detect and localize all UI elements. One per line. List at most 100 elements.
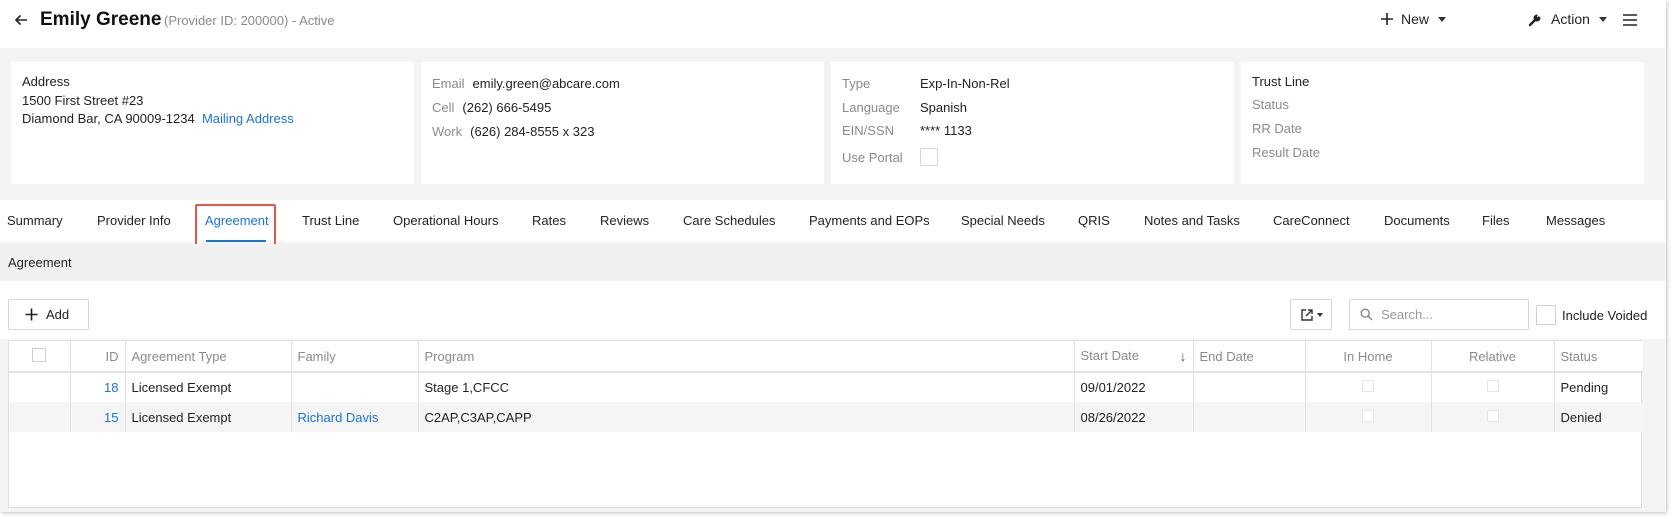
add-label: Add [46, 307, 70, 322]
provider-name: Emily Greene [40, 9, 162, 30]
address-label: Address [22, 74, 70, 89]
email-row: Email emily.green@abcare.com [432, 76, 620, 91]
export-icon [1300, 308, 1313, 321]
program-cell: C2AP,C3AP,CAPP [418, 402, 1075, 432]
tab-rates[interactable]: Rates [532, 213, 566, 228]
export-button[interactable] [1290, 299, 1332, 330]
plus-icon [25, 308, 38, 321]
chevron-down-icon [1438, 16, 1447, 22]
page-header: Emily Greene (Provider ID: 200000) - Act… [0, 0, 1666, 48]
contact-card: Email emily.green@abcare.com Cell (262) … [421, 62, 824, 184]
column-header-relative[interactable]: Relative [1431, 341, 1555, 373]
tab-messages[interactable]: Messages [1546, 213, 1605, 228]
column-header-id[interactable]: ID [70, 341, 126, 373]
portal-row: Use Portal [842, 148, 938, 168]
tab-careconnect[interactable]: CareConnect [1273, 213, 1350, 228]
start-date-cell: 08/26/2022 [1074, 402, 1194, 432]
tab-documents[interactable]: Documents [1384, 213, 1450, 228]
provider-page: Emily Greene (Provider ID: 200000) - Act… [0, 0, 1666, 512]
table-row[interactable]: 15 Licensed Exempt Richard Davis C2AP,C3… [9, 402, 1643, 432]
tab-reviews[interactable]: Reviews [600, 213, 649, 228]
email-value: emily.green@abcare.com [472, 76, 620, 91]
start-date-cell: 09/01/2022 [1074, 372, 1194, 402]
address-line-1: 1500 First Street #23 [22, 93, 144, 108]
cell-label: Cell [432, 100, 455, 115]
tab-payments-and-eops[interactable]: Payments and EOPs [809, 213, 930, 228]
status-cell: Denied [1554, 402, 1643, 432]
column-header-program[interactable]: Program [418, 341, 1075, 373]
column-header-end-date[interactable]: End Date [1193, 341, 1306, 373]
in-home-checkbox [1362, 380, 1374, 392]
in-home-cell [1305, 372, 1432, 402]
chevron-down-icon [1598, 16, 1607, 22]
end-date-cell [1193, 372, 1306, 402]
trust-line-card: Trust Line Status RR Date Result Date [1241, 62, 1644, 184]
tab-files[interactable]: Files [1482, 213, 1509, 228]
tab-notes-and-tasks[interactable]: Notes and Tasks [1144, 213, 1240, 228]
sort-descending-icon[interactable]: ↓ [1180, 348, 1187, 364]
relative-cell [1431, 402, 1555, 432]
search-icon [1360, 308, 1373, 321]
back-arrow-icon[interactable] [12, 11, 30, 29]
agreement-type-cell: Licensed Exempt [125, 372, 292, 402]
family-link[interactable]: Richard Davis [291, 402, 419, 432]
tab-qris[interactable]: QRIS [1078, 213, 1110, 228]
language-label: Language [842, 100, 900, 115]
in-home-checkbox [1362, 409, 1374, 422]
row-select-cell [9, 402, 71, 432]
relative-checkbox [1486, 409, 1499, 422]
agreements-table: ID Agreement Type Family Program Start D… [8, 340, 1643, 508]
row-select-cell [9, 372, 71, 402]
table-row[interactable]: 18 Licensed Exempt Stage 1,CFCC 09/01/20… [9, 372, 1643, 402]
mailing-address-link[interactable]: Mailing Address [202, 111, 294, 126]
chevron-down-icon [1316, 312, 1323, 317]
active-tab-highlight-box [195, 204, 276, 247]
action-label: Action [1551, 11, 1590, 27]
tab-care-schedules[interactable]: Care Schedules [683, 213, 776, 228]
end-date-cell [1193, 402, 1306, 432]
include-voided-checkbox[interactable] [1536, 305, 1556, 325]
search-box[interactable] [1349, 299, 1529, 330]
include-voided-label: Include Voided [1562, 308, 1648, 323]
tab-special-needs[interactable]: Special Needs [961, 213, 1045, 228]
info-cards: Address 1500 First Street #23 Diamond Ba… [0, 52, 1666, 200]
rr-date-label: RR Date [1252, 121, 1302, 136]
ein-label: EIN/SSN [842, 123, 895, 138]
column-header-in-home[interactable]: In Home [1305, 341, 1432, 373]
work-label: Work [432, 124, 463, 139]
trust-status-label: Status [1252, 97, 1289, 112]
wrench-icon [1528, 14, 1541, 27]
column-header-status[interactable]: Status [1554, 341, 1643, 373]
agreement-id-link[interactable]: 15 [70, 402, 126, 432]
agreement-id-link[interactable]: 18 [70, 372, 126, 402]
trust-line-title: Trust Line [1252, 74, 1310, 89]
relative-checkbox [1486, 380, 1499, 392]
column-header-agreement-type[interactable]: Agreement Type [125, 341, 292, 373]
column-header-family[interactable]: Family [291, 341, 419, 373]
email-label: Email [432, 76, 465, 91]
result-date-label: Result Date [1252, 145, 1320, 160]
use-portal-label: Use Portal [842, 150, 903, 165]
select-all-checkbox[interactable] [32, 347, 47, 362]
hamburger-menu-icon[interactable] [1622, 13, 1638, 27]
work-value: (626) 284-8555 x 323 [470, 124, 595, 139]
column-header-start-date[interactable]: Start Date ↓ [1074, 341, 1194, 373]
add-button[interactable]: Add [8, 299, 89, 330]
in-home-cell [1305, 402, 1432, 432]
type-value: Exp-In-Non-Rel [920, 76, 1010, 91]
relative-cell [1431, 372, 1555, 402]
action-button[interactable]: Action [1528, 11, 1607, 27]
tab-operational-hours[interactable]: Operational Hours [393, 213, 499, 228]
family-cell [291, 372, 419, 402]
tab-trust-line[interactable]: Trust Line [302, 213, 359, 228]
tab-provider-info[interactable]: Provider Info [97, 213, 171, 228]
type-label: Type [842, 76, 871, 91]
program-cell: Stage 1,CFCC [418, 372, 1075, 402]
address-card: Address 1500 First Street #23 Diamond Ba… [11, 62, 414, 184]
start-date-header-label: Start Date [1080, 348, 1140, 363]
ein-row: EIN/SSN **** 1133 [842, 123, 972, 138]
use-portal-checkbox[interactable] [920, 148, 938, 166]
search-input[interactable] [1381, 307, 1511, 322]
new-button[interactable]: New [1380, 11, 1447, 27]
tab-summary[interactable]: Summary [7, 213, 63, 228]
